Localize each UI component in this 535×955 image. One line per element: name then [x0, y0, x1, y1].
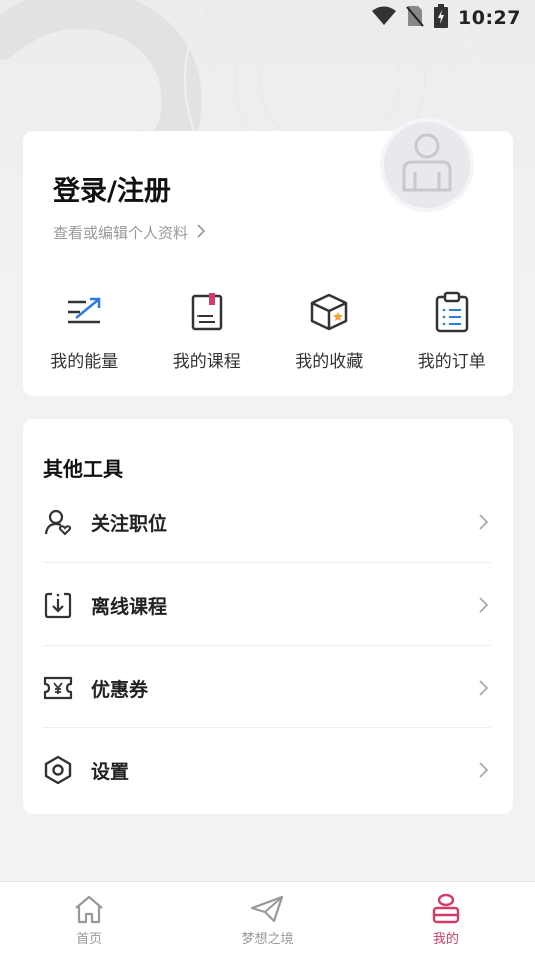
quick-action-label: 我的收藏: [295, 352, 364, 372]
followed-position-icon: [43, 507, 73, 537]
tab-dreamland[interactable]: 梦想之境: [178, 882, 356, 955]
tool-settings[interactable]: 设置: [43, 729, 491, 811]
order-clipboard-icon: [429, 289, 475, 335]
tool-label: 离线课程: [91, 595, 168, 618]
tab-mine[interactable]: 我的: [357, 882, 535, 955]
no-sim-icon: [406, 5, 424, 31]
quick-action-my-energy[interactable]: 我的能量: [23, 289, 145, 372]
energy-icon: [61, 289, 107, 335]
divider: [43, 727, 491, 728]
chevron-right-icon: [479, 514, 489, 530]
user-placeholder-icon: [402, 133, 452, 192]
favorites-box-icon: [306, 289, 352, 335]
avatar[interactable]: [380, 118, 474, 212]
tool-label: 优惠券: [91, 678, 149, 701]
status-time: 10:27: [458, 7, 521, 29]
bottom-tab-bar: 首页 梦想之境 我的: [0, 881, 535, 955]
quick-action-my-favorites[interactable]: 我的收藏: [268, 289, 390, 372]
chevron-right-icon: [479, 680, 489, 696]
edit-profile-link[interactable]: 查看或编辑个人资料: [53, 222, 206, 243]
divider: [43, 562, 491, 563]
paper-plane-icon: [250, 892, 284, 926]
coupon-icon: [43, 673, 73, 703]
chevron-right-icon: [479, 762, 489, 778]
quick-action-label: 我的订单: [417, 352, 486, 372]
wifi-icon: [372, 6, 397, 30]
section-title: 其他工具: [43, 457, 123, 481]
tool-label: 关注职位: [91, 512, 168, 535]
tab-home[interactable]: 首页: [0, 882, 178, 955]
status-bar: 10:27: [0, 0, 535, 36]
quick-action-my-courses[interactable]: 我的课程: [146, 289, 268, 372]
tool-followed-positions[interactable]: 关注职位: [43, 481, 491, 563]
quick-action-label: 我的课程: [172, 352, 241, 372]
tab-label: 首页: [76, 932, 103, 947]
tool-coupons[interactable]: 优惠券: [43, 647, 491, 729]
battery-charging-icon: [434, 4, 449, 32]
tool-label: 设置: [91, 760, 130, 783]
login-register-link[interactable]: 登录/注册: [53, 169, 171, 208]
other-tools-card: 其他工具 关注职位 离线课程 优惠券 设置: [23, 419, 513, 814]
quick-action-my-orders[interactable]: 我的订单: [391, 289, 513, 372]
course-book-icon: [184, 289, 230, 335]
divider: [43, 645, 491, 646]
settings-hexagon-icon: [43, 755, 73, 785]
tab-label: 梦想之境: [241, 932, 294, 947]
home-icon: [72, 892, 106, 926]
profile-icon: [429, 892, 463, 926]
edit-profile-label: 查看或编辑个人资料: [53, 224, 189, 242]
chevron-right-icon: [196, 223, 206, 243]
tool-offline-courses[interactable]: 离线课程: [43, 564, 491, 646]
tab-label: 我的: [432, 932, 459, 947]
quick-action-label: 我的能量: [50, 352, 119, 372]
quick-actions-row: 我的能量 我的课程 我的收藏 我的订单: [23, 289, 513, 372]
chevron-right-icon: [479, 597, 489, 613]
offline-download-icon: [43, 590, 73, 620]
